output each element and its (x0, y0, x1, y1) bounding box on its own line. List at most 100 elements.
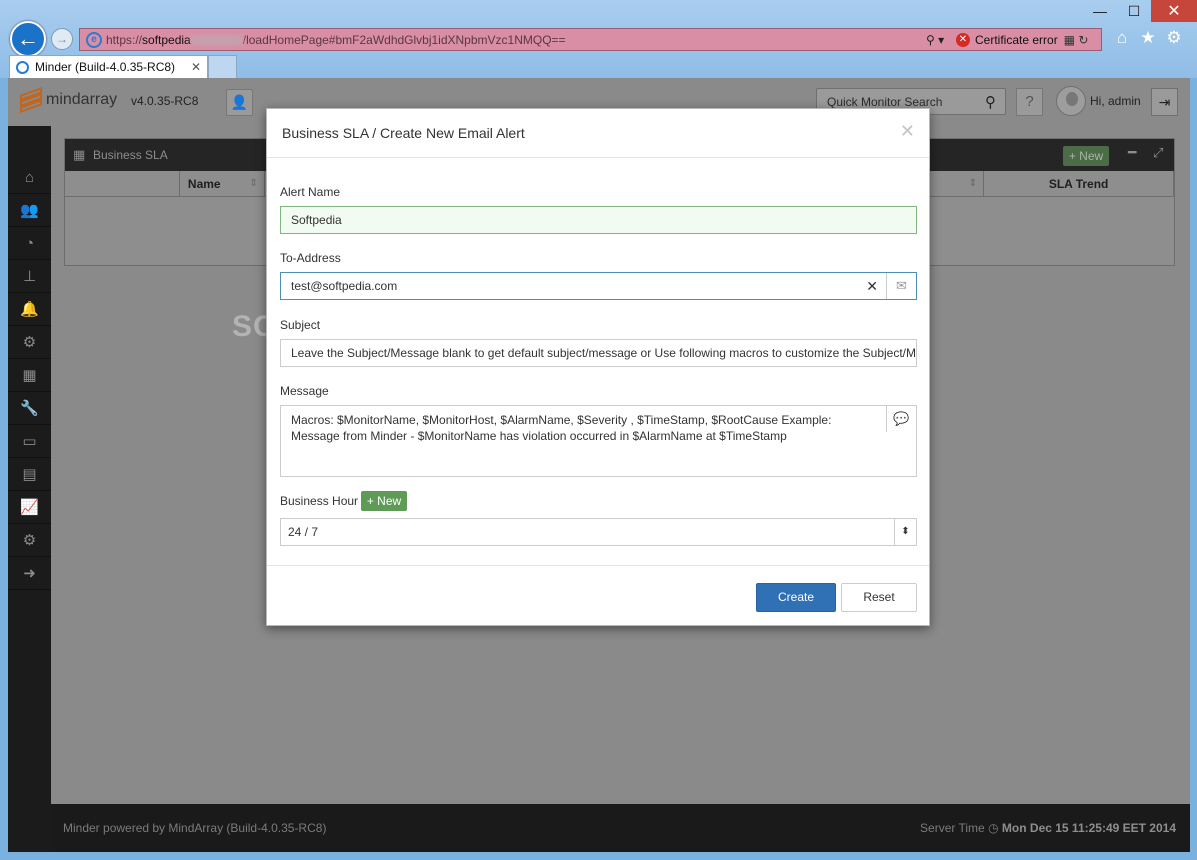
cogs-icon: ⚙ (22, 532, 37, 549)
sidebar-item-reports[interactable]: 📈 (8, 491, 51, 524)
sidebar-item-groups[interactable]: 👥 (8, 194, 51, 227)
chart-line-icon: 📈 (20, 499, 39, 516)
column-sla-trend[interactable]: SLA Trend (984, 171, 1175, 196)
select-arrows-icon[interactable]: ⬍ (894, 519, 916, 545)
quick-search-placeholder: Quick Monitor Search (827, 94, 943, 109)
gear-icon[interactable]: ⚙ (1165, 28, 1183, 48)
reset-button[interactable]: Reset (841, 583, 917, 612)
refresh-icon[interactable]: ▦ ↻ (1064, 33, 1089, 47)
maximize-icon[interactable]: ☐ (1117, 0, 1151, 22)
envelope-icon[interactable]: ✉ (886, 273, 916, 299)
sidebar-item-expand[interactable]: ➜ (8, 557, 51, 590)
sidebar-item-home[interactable]: ⌂ (8, 161, 51, 194)
sidebar-item-settings[interactable]: ⚙ (8, 326, 51, 359)
add-business-hour-button[interactable]: + New (361, 491, 407, 511)
subject-input[interactable]: Leave the Subject/Message blank to get d… (280, 339, 917, 367)
column-name[interactable]: Name ⇕ (180, 171, 265, 196)
logout-button[interactable]: ⇥ (1151, 88, 1178, 116)
app-version: v4.0.35-RC8 (131, 94, 199, 108)
clear-icon[interactable]: ✕ (866, 273, 878, 299)
close-icon[interactable]: ✕ (900, 121, 915, 142)
browser-tool-icons: ⌂ ★ ⚙ (1113, 28, 1183, 48)
user-icon: 👤 (230, 94, 249, 110)
calendar-icon: ▤ (22, 466, 37, 483)
tab-title: Minder (Build-4.0.35-RC8) (35, 60, 176, 74)
cert-error-icon[interactable]: ✕ (956, 32, 970, 47)
create-button[interactable]: Create (756, 583, 836, 612)
server-time-value: Mon Dec 15 11:25:49 EET 2014 (1001, 821, 1176, 835)
message-textarea[interactable]: Macros: $MonitorName, $MonitorHost, $Ala… (280, 405, 917, 477)
new-tab-button[interactable] (208, 55, 237, 78)
address-search-icon[interactable]: ⚲ ▾ (926, 33, 956, 47)
footer-powered-by: Minder powered by MindArray (Build-4.0.3… (63, 821, 327, 835)
search-icon[interactable]: ⚲ (985, 93, 1005, 111)
sidebar-item-calendar[interactable]: ▤ (8, 458, 51, 491)
sidebar-item-tools[interactable]: 🔧 (8, 392, 51, 425)
desktop-icon: ▭ (22, 433, 37, 450)
address-bar[interactable]: e https://softpedia/loadHomePage#bmF2aWd… (79, 28, 1102, 51)
home-icon: ⌂ (24, 168, 35, 186)
panel-new-button[interactable]: + New (1063, 146, 1109, 166)
help-button[interactable]: ? (1016, 88, 1043, 116)
business-hour-select[interactable]: 24 / 7 ⬍ (280, 518, 917, 546)
back-button[interactable]: ← (10, 21, 46, 57)
sidebar: ⌂ 👥 ◔ ⊥ 🔔 ⚙ ▦ 🔧 ▭ ▤ 📈 ⚙ ➜ (8, 126, 51, 852)
logo-text: mindarray (46, 91, 118, 108)
sort-icon[interactable]: ⇕ (969, 171, 977, 197)
dashboard-icon: ◔ (24, 234, 35, 252)
user-greeting[interactable]: Hi, admin (1090, 94, 1141, 108)
server-time: Server Time ◷ Mon Dec 15 11:25:49 EET 20… (920, 821, 1176, 835)
expand-panel-icon[interactable]: ⤢ (1153, 145, 1163, 161)
sidebar-item-dashboard[interactable]: ◔ (8, 227, 51, 260)
server-time-label: Server Time (920, 821, 985, 835)
user-profile-button[interactable]: 👤 (226, 89, 253, 116)
mindarray-logo-icon (20, 86, 42, 114)
column-name-label: Name (187, 177, 221, 191)
users-icon: 👥 (20, 202, 39, 219)
app-footer: Minder powered by MindArray (Build-4.0.3… (51, 804, 1190, 852)
url-host: softpedia (142, 32, 191, 47)
dialog-footer: Create Reset (267, 565, 929, 625)
arrow-left-icon: ← (17, 26, 39, 51)
sidebar-item-topology[interactable]: ⊥ (8, 260, 51, 293)
logout-icon: ⇥ (1158, 94, 1171, 110)
message-label: Message (280, 384, 329, 398)
url-path: /loadHomePage#bmF2aWdhdGlvbj1idXNpbmVzc1… (242, 32, 566, 47)
address-url[interactable]: https://softpedia/loadHomePage#bmF2aWdhd… (106, 33, 926, 47)
to-address-input[interactable]: test@softpedia.com ✕ ✉ (280, 272, 917, 300)
window-close-icon[interactable]: ✕ (1151, 0, 1197, 22)
cert-error-label[interactable]: Certificate error (975, 33, 1058, 47)
dialog-title: Business SLA / Create New Email Alert (282, 125, 525, 141)
sort-icon[interactable]: ⇕ (249, 171, 257, 197)
app-logo[interactable]: mindarray (20, 86, 118, 114)
to-address-value: test@softpedia.com (291, 279, 398, 293)
arrow-circle-right-icon: ➜ (23, 565, 36, 582)
subject-label: Subject (280, 318, 321, 332)
calculator-icon: ▦ (73, 147, 86, 162)
url-scheme: https:// (106, 32, 143, 47)
forward-button[interactable]: → (51, 28, 73, 50)
cog-icon: ⚙ (22, 334, 37, 351)
alert-name-label: Alert Name (280, 185, 341, 199)
business-hour-value: 24 / 7 (288, 525, 319, 539)
alert-name-input[interactable]: Softpedia (280, 206, 917, 234)
tab-close-icon[interactable]: ✕ (191, 60, 201, 74)
url-redacted (190, 35, 243, 46)
browser-tab-minder[interactable]: Minder (Build-4.0.35-RC8) ✕ (9, 55, 208, 78)
arrow-right-icon: → (56, 32, 68, 46)
sidebar-item-admin[interactable]: ⚙ (8, 524, 51, 557)
tab-favicon-icon (16, 60, 29, 74)
avatar[interactable] (1056, 86, 1086, 116)
dialog-header: Business SLA / Create New Email Alert ✕ (267, 109, 929, 158)
sidebar-item-monitors[interactable]: ▭ (8, 425, 51, 458)
minimize-panel-icon[interactable]: ━ (1128, 144, 1136, 161)
sidebar-item-business-sla[interactable]: ▦ (8, 359, 51, 392)
minimize-icon[interactable]: — (1083, 0, 1117, 22)
star-icon[interactable]: ★ (1139, 28, 1157, 48)
message-value: Macros: $MonitorName, $MonitorHost, $Ala… (291, 413, 832, 443)
home-icon[interactable]: ⌂ (1113, 28, 1131, 48)
browser-toolbar: — ☐ ✕ ← → e https://softpedia/loadHomePa… (0, 0, 1197, 78)
sidebar-item-alarms[interactable]: 🔔 (8, 293, 51, 326)
comment-icon[interactable]: 💬 (886, 406, 916, 432)
bell-icon: 🔔 (20, 301, 39, 318)
